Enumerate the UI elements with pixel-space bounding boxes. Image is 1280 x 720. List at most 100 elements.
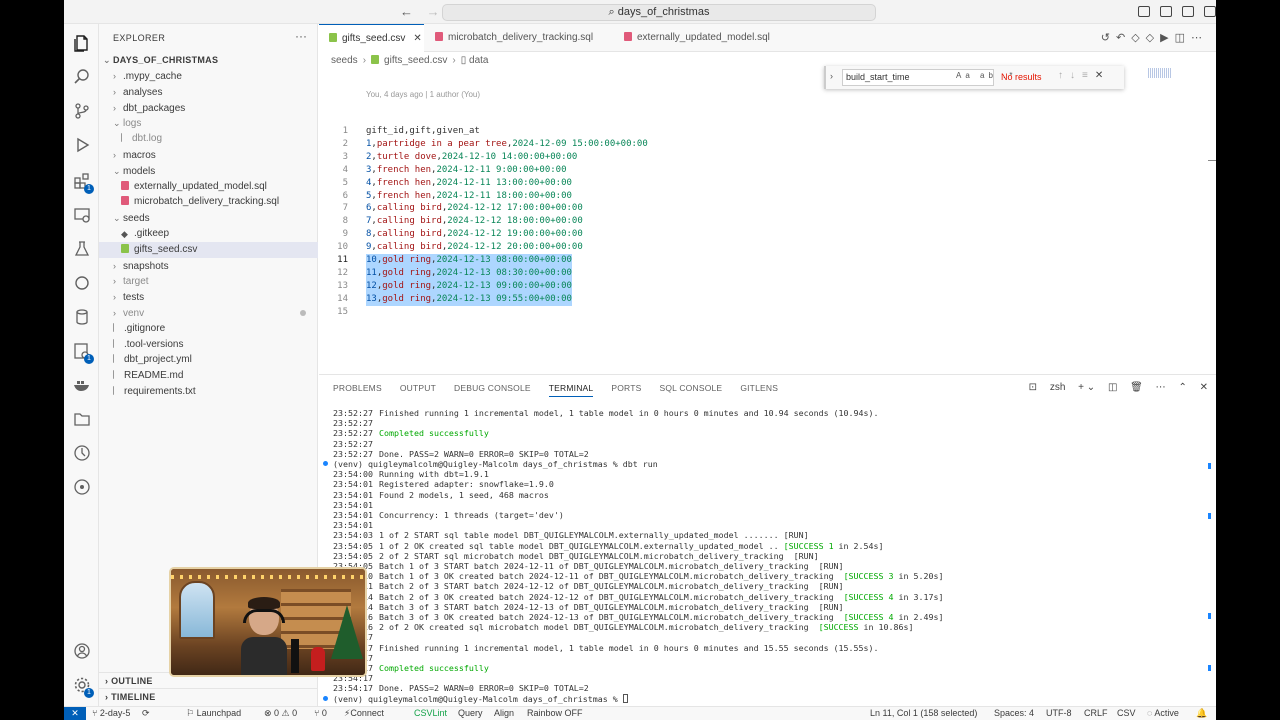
minimap[interactable] [1148, 68, 1172, 78]
language-mode[interactable]: CSV [1117, 707, 1136, 720]
remote-indicator[interactable]: ✕ [64, 707, 86, 720]
history-icon[interactable]: ↺ [1101, 32, 1116, 44]
new-terminal-icon[interactable]: + ⌄ [1078, 382, 1095, 393]
split-terminal-icon[interactable]: ◫ [1108, 382, 1117, 393]
dbt-power-user-icon[interactable] [73, 274, 91, 292]
line-endings[interactable]: CRLF [1084, 707, 1108, 720]
tree-folder[interactable]: › .mypy_cache [99, 68, 318, 84]
tree-file[interactable]: gifts_seed.csv [99, 241, 318, 258]
timeline-icon[interactable] [73, 444, 91, 462]
tree-file[interactable]: dbt_project.yml [99, 352, 318, 368]
indentation[interactable]: Spaces: 4 [994, 707, 1034, 720]
tree-file[interactable]: ◆ .gitkeep [99, 226, 318, 242]
panel-tab-ports[interactable]: PORTS [611, 383, 641, 396]
close-panel-icon[interactable]: ✕ [1200, 382, 1208, 393]
maximize-panel-icon[interactable]: ⌃ [1178, 382, 1186, 393]
kill-terminal-icon[interactable]: 🗑 [1130, 382, 1143, 393]
tab-externally-updated-model[interactable]: externally_updated_model.sql [614, 24, 784, 52]
query-item[interactable]: Query [458, 707, 483, 720]
explorer-icon[interactable] [73, 34, 91, 52]
tree-file[interactable]: dbt.log [99, 131, 318, 147]
branch-indicator[interactable]: ⑂ 2-day-5 [92, 707, 130, 720]
docker-icon[interactable] [73, 376, 91, 394]
more-actions-icon[interactable]: ⋯ [1156, 382, 1166, 393]
tree-folder[interactable]: ⌄ models [99, 163, 318, 179]
search-icon[interactable] [73, 68, 91, 86]
more-actions-icon[interactable]: ··· [295, 29, 307, 43]
connect-item[interactable]: ⚡Connect [344, 707, 384, 720]
tree-folder[interactable]: ⌄ seeds [99, 210, 318, 226]
close-tab-icon[interactable]: ✕ [413, 33, 421, 44]
panel-tab-terminal[interactable]: TERMINAL [548, 383, 594, 397]
close-find-icon[interactable]: ✕ [1095, 70, 1110, 81]
git-blame-annotation[interactable]: You, 4 days ago | 1 author (You) [366, 90, 480, 99]
tree-file[interactable]: README.md [99, 368, 318, 384]
tree-file[interactable]: .tool-versions [99, 337, 318, 353]
breadcrumb-file[interactable]: gifts_seed.csv [384, 55, 447, 66]
run-debug-icon[interactable] [73, 136, 91, 154]
tree-file[interactable]: microbatch_delivery_tracking.sql [99, 194, 318, 210]
toggle-secondary-sidebar-icon[interactable] [1181, 5, 1194, 17]
previous-match-icon[interactable]: ↑ [1058, 70, 1070, 81]
command-center[interactable]: ⌕ days_of_christmas [442, 4, 876, 21]
tree-folder[interactable]: › venv [99, 305, 318, 321]
run-icon[interactable]: ▶ [1160, 32, 1174, 44]
tree-folder[interactable]: › macros [99, 147, 318, 163]
panel-tab-gitlens[interactable]: GITLENS [740, 383, 778, 396]
forward-arrow-icon[interactable]: → [427, 4, 440, 19]
breadcrumb-data[interactable]: data [469, 55, 488, 66]
command-decoration-icon[interactable] [323, 695, 328, 701]
tab-microbatch-delivery-tracking[interactable]: microbatch_delivery_tracking.sql [425, 24, 613, 52]
tab-gifts-seed-csv[interactable]: gifts_seed.csv ✕ [319, 24, 424, 52]
tree-folder[interactable]: › dbt_packages [99, 100, 318, 116]
back-arrow-icon[interactable]: ← [400, 4, 413, 19]
folder-view-icon[interactable] [73, 410, 91, 428]
csv-date-field: 2024-12-13 08:30:00+00:00 [436, 267, 572, 278]
cursor-position[interactable]: Ln 11, Col 1 (158 selected) [870, 707, 977, 720]
command-decoration-icon[interactable] [323, 461, 328, 466]
workspace-root[interactable]: ⌄ DAYS_OF_CHRISTMAS [99, 52, 318, 68]
tree-folder[interactable]: › analyses [99, 84, 318, 100]
tree-folder[interactable]: › snapshots [99, 258, 318, 274]
testing-icon[interactable] [73, 240, 91, 258]
sync-icon[interactable]: ⟳ [142, 707, 150, 720]
next-match-icon[interactable]: ↓ [1070, 70, 1082, 81]
align-item[interactable]: Align [494, 707, 514, 720]
diff-prev-icon[interactable]: ◇ [1131, 32, 1145, 44]
remote-explorer-icon[interactable] [73, 206, 91, 224]
gitlens-icon[interactable] [73, 478, 91, 496]
terminal-shell-icon[interactable]: ⊡ zsh [1029, 382, 1066, 393]
tree-folder[interactable]: › target [99, 273, 318, 289]
tree-folder[interactable]: ⌄ logs [99, 115, 318, 131]
revert-icon[interactable]: ↶ [1116, 32, 1131, 44]
launchpad-item[interactable]: ⚐ Launchpad [186, 707, 241, 720]
toggle-replace-icon[interactable]: › [830, 71, 833, 81]
panel-tab-sql-console[interactable]: SQL CONSOLE [659, 383, 722, 396]
database-icon[interactable] [73, 308, 91, 326]
timeline-section[interactable]: › TIMELINE [99, 688, 318, 704]
rainbow-item[interactable]: Rainbow OFF [527, 707, 583, 720]
problems-indicator[interactable]: ⊗ 0 ⚠ 0 [264, 707, 297, 720]
customize-layout-icon[interactable] [1204, 5, 1216, 17]
toggle-panel-icon[interactable] [1159, 5, 1172, 17]
split-editor-icon[interactable]: ◫ [1175, 32, 1191, 44]
csvlint-item[interactable]: CSVLint [414, 707, 447, 720]
tree-folder[interactable]: › tests [99, 289, 318, 305]
breadcrumb-seeds[interactable]: seeds [331, 55, 358, 66]
account-icon[interactable] [73, 642, 91, 660]
ports-indicator[interactable]: ⑂ 0 [314, 707, 327, 720]
notifications-icon[interactable]: 🔔 [1196, 707, 1207, 720]
tree-file[interactable]: externally_updated_model.sql [99, 179, 318, 195]
tree-file[interactable]: .gitignore [99, 321, 318, 337]
diff-next-icon[interactable]: ◇ [1146, 32, 1160, 44]
source-control-icon[interactable] [73, 102, 91, 120]
toggle-primary-sidebar-icon[interactable] [1137, 5, 1150, 17]
copilot-status[interactable]: ◌ Active [1147, 707, 1179, 720]
find-in-selection-icon[interactable]: ≡ [1082, 70, 1095, 81]
panel-tab-output[interactable]: OUTPUT [400, 383, 436, 396]
tree-file[interactable]: requirements.txt [99, 384, 318, 400]
more-actions-icon[interactable]: ⋯ [1191, 32, 1208, 44]
panel-tab-problems[interactable]: PROBLEMS [333, 383, 382, 396]
encoding[interactable]: UTF-8 [1046, 707, 1072, 720]
panel-tab-debug-console[interactable]: DEBUG CONSOLE [454, 383, 531, 396]
